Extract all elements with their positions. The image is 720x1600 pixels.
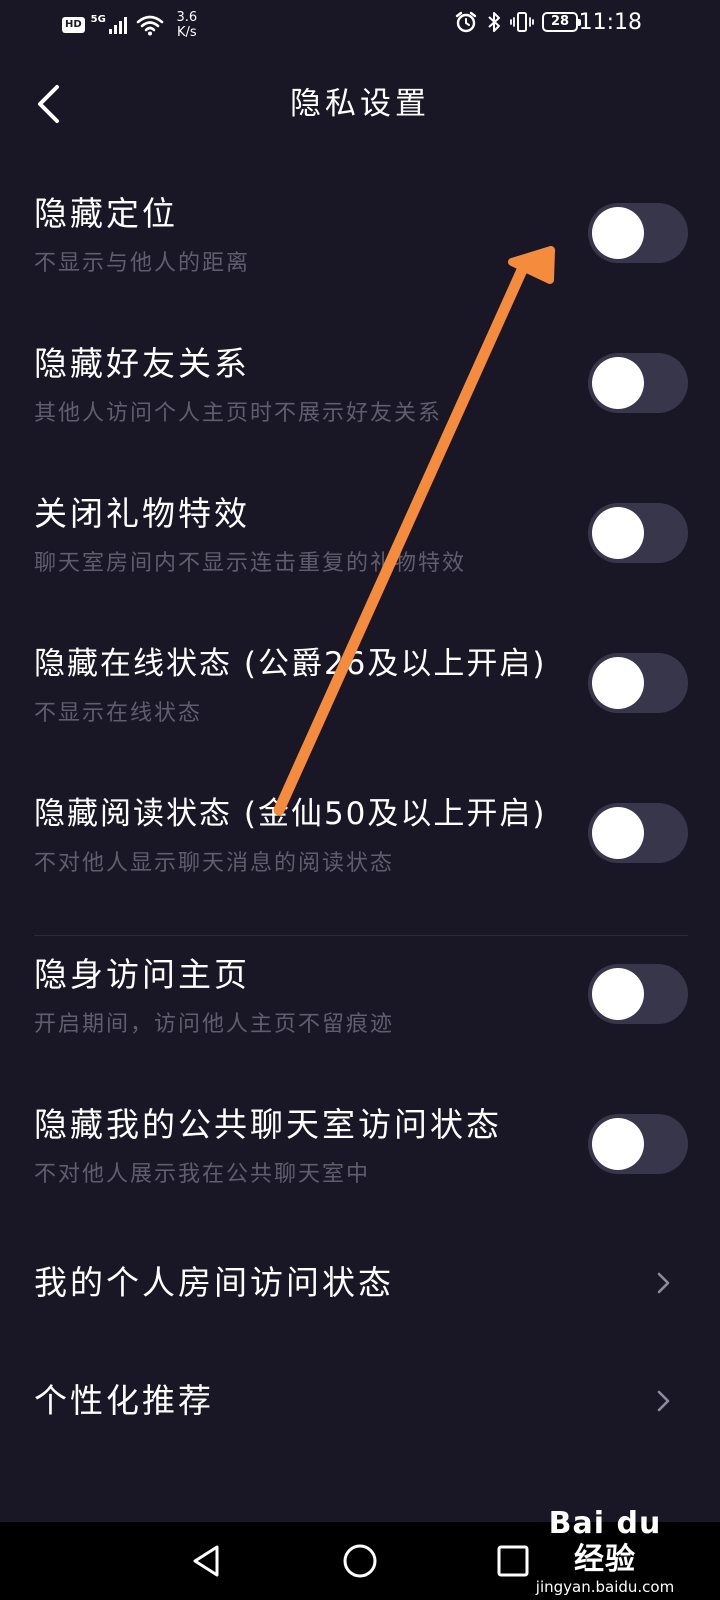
network-speed-value: 3.6: [176, 10, 198, 25]
setting-row-online-status: 隐藏在线状态 (公爵26及以上开启) 不显示在线状态: [34, 625, 688, 775]
settings-list: 隐藏定位 不显示与他人的距离 隐藏好友关系 其他人访问个人主页时不展示好友关系 …: [34, 175, 688, 1472]
nav-home-button[interactable]: [337, 1538, 383, 1584]
triangle-back-icon: [193, 1545, 219, 1577]
page-title: 隐私设置: [290, 86, 430, 122]
gift-effects-toggle[interactable]: [588, 503, 688, 563]
setting-title: 隐身访问主页: [34, 955, 250, 994]
status-left: HD 5G 3.6 K/s: [62, 10, 204, 40]
setting-title: 隐藏阅读状态 (金仙50及以上开启): [34, 796, 547, 832]
invisible-visit-toggle[interactable]: [588, 964, 688, 1024]
setting-description: 不对他人显示聊天消息的阅读状态: [34, 851, 395, 876]
toggle-knob: [592, 1118, 644, 1170]
circle-home-icon: [343, 1544, 377, 1578]
setting-row-hide-location: 隐藏定位 不显示与他人的距离: [34, 175, 688, 325]
status-time: 11:18: [578, 10, 642, 35]
setting-title: 隐藏好友关系: [34, 344, 250, 383]
setting-description: 不对他人展示我在公共聊天室中: [34, 1162, 371, 1187]
settings-group-secondary: 隐身访问主页 开启期间，访问他人主页不留痕迹 隐藏我的公共聊天室访问状态 不对他…: [34, 936, 688, 1236]
hd-badge: HD: [62, 17, 85, 33]
hide-friends-toggle[interactable]: [588, 353, 688, 413]
battery-indicator: 28: [542, 12, 581, 32]
read-status-toggle[interactable]: [588, 803, 688, 863]
bluetooth-icon: [488, 12, 500, 32]
network-type: 5G: [91, 15, 130, 35]
network-speed-unit: K/s: [177, 25, 197, 40]
setting-title: 隐藏定位: [34, 194, 178, 233]
toggle-knob: [592, 507, 644, 559]
watermark-logo: Bai du 经验: [548, 1506, 662, 1577]
toggle-knob: [592, 807, 644, 859]
public-chatroom-toggle[interactable]: [588, 1114, 688, 1174]
status-right: 28: [454, 10, 581, 34]
nav-label: 个性化推荐: [34, 1381, 214, 1420]
setting-description: 开启期间，访问他人主页不留痕迹: [34, 1012, 395, 1037]
nav-label: 我的个人房间访问状态: [34, 1263, 394, 1302]
alarm-icon: [455, 11, 477, 33]
chevron-right-icon: [657, 1272, 670, 1294]
setting-row-read-status: 隐藏阅读状态 (金仙50及以上开启) 不对他人显示聊天消息的阅读状态: [34, 775, 688, 925]
toggle-knob: [592, 357, 644, 409]
setting-description: 聊天室房间内不显示连击重复的礼物特效: [34, 551, 467, 576]
vibrate-icon: [510, 12, 534, 32]
online-status-toggle[interactable]: [588, 653, 688, 713]
setting-row-public-chatroom: 隐藏我的公共聊天室访问状态 不对他人展示我在公共聊天室中: [34, 1086, 688, 1236]
status-bar: HD 5G 3.6 K/s 28 11:18: [0, 0, 720, 50]
setting-row-gift-effects: 关闭礼物特效 聊天室房间内不显示连击重复的礼物特效: [34, 475, 688, 625]
setting-title: 隐藏我的公共聊天室访问状态: [34, 1105, 502, 1144]
baidu-jingyan-watermark: Bai du 经验 jingyan.baidu.com: [530, 1506, 680, 1596]
setting-description: 不显示与他人的距离: [34, 251, 251, 276]
settings-group-primary: 隐藏定位 不显示与他人的距离 隐藏好友关系 其他人访问个人主页时不展示好友关系 …: [34, 175, 688, 925]
nav-row-room-visit-status[interactable]: 我的个人房间访问状态: [34, 1236, 688, 1354]
square-recents-icon: [497, 1545, 529, 1577]
nav-back-button[interactable]: [184, 1538, 230, 1584]
header: 隐私设置: [0, 70, 720, 140]
toggle-knob: [592, 968, 644, 1020]
toggle-knob: [592, 657, 644, 709]
setting-title: 关闭礼物特效: [34, 494, 250, 533]
setting-row-hide-friends: 隐藏好友关系 其他人访问个人主页时不展示好友关系: [34, 325, 688, 475]
setting-description: 不显示在线状态: [34, 701, 203, 726]
chevron-right-icon: [657, 1390, 670, 1412]
setting-title: 隐藏在线状态 (公爵26及以上开启): [34, 646, 547, 682]
network-speed: 3.6 K/s: [170, 10, 204, 40]
nav-row-personalized-recommend[interactable]: 个性化推荐: [34, 1354, 688, 1472]
network-label: 5G: [90, 14, 106, 25]
hide-location-toggle[interactable]: [588, 203, 688, 263]
watermark-url: jingyan.baidu.com: [535, 1578, 675, 1596]
toggle-knob: [592, 207, 644, 259]
signal-icon: [108, 17, 127, 34]
wifi-icon: [136, 15, 164, 36]
setting-description: 其他人访问个人主页时不展示好友关系: [34, 401, 443, 426]
setting-row-invisible-visit: 隐身访问主页 开启期间，访问他人主页不留痕迹: [34, 936, 688, 1086]
